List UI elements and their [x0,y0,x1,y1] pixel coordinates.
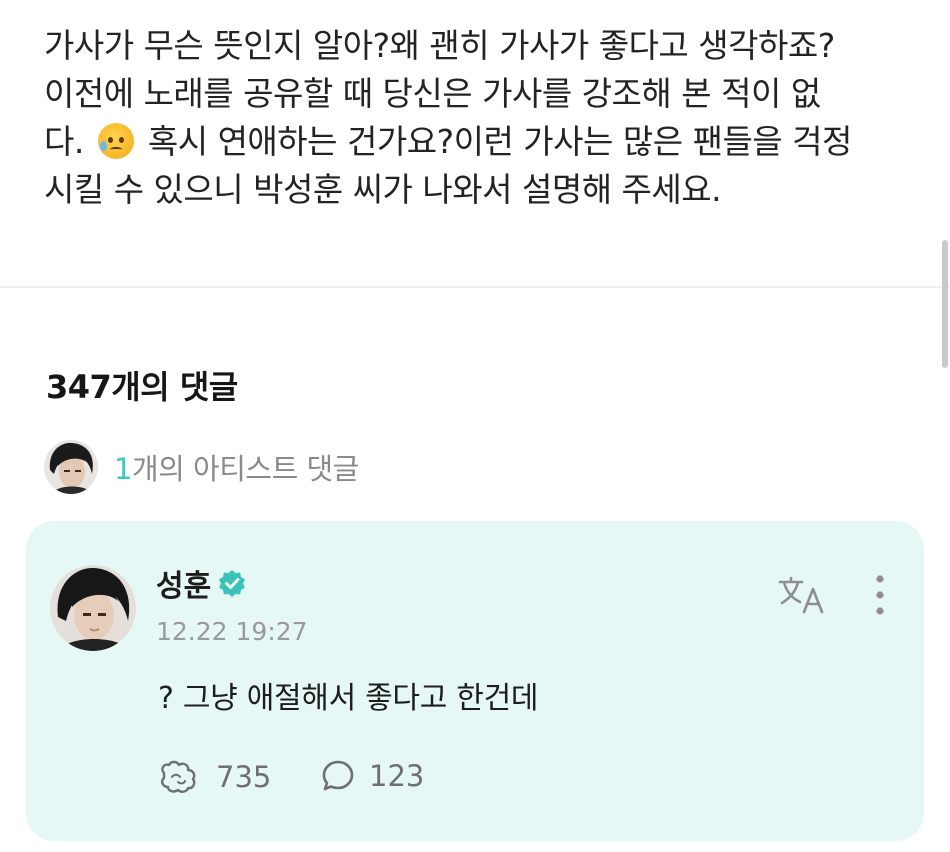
reply-bubble-icon [322,760,354,791]
section-divider [0,286,950,288]
reply-button[interactable]: 123 [321,759,424,793]
sad-sweat-emoji-icon [97,123,134,159]
artist-comments-filter[interactable]: 1개의 아티스트 댓글 [44,440,359,494]
like-count: 735 [216,760,272,794]
more-vertical-icon[interactable] [874,573,886,617]
post-line: 이전에 노래를 공유할 때 당신은 가사를 강조해 본 적이 없 [44,74,821,113]
comment-author[interactable]: 성훈 [156,561,247,605]
translate-icon[interactable] [778,575,826,615]
post-line: 시킬 수 있으니 박성훈 씨가 나와서 설명해 주세요. [44,170,722,209]
comment-timestamp: 12.22 19:27 [156,617,308,646]
artist-comment-text: 개의 아티스트 댓글 [131,452,359,486]
post-line: 가사가 무슨 뜻인지 알아?왜 괜히 가사가 좋다고 생각하죠? [44,26,835,65]
artist-comment-label: 1개의 아티스트 댓글 [114,446,359,488]
avatar[interactable] [50,565,136,651]
artist-comment-card: 성훈 12.22 19:27 ? 그냥 애절해서 좋다고 한건데 735 123 [26,521,924,841]
artist-comment-count: 1 [114,452,132,486]
avatar [44,440,98,494]
scrollbar[interactable] [942,240,948,368]
post-line-start: 다. [44,122,84,161]
post-line-end: 혹시 연애하는 건가요?이런 가사는 많은 팬들을 걱정 [147,122,853,161]
reply-count: 123 [369,759,425,793]
post-line: 다. 혹시 연애하는 건가요?이런 가사는 많은 팬들을 걱정 [44,118,924,166]
post-body: 가사가 무슨 뜻인지 알아?왜 괜히 가사가 좋다고 생각하죠? 이전에 노래를… [44,22,924,214]
comment-text: ? 그냥 애절해서 좋다고 한건데 [158,681,539,716]
like-icon [160,760,196,793]
author-name: 성훈 [156,569,212,604]
verified-badge-icon [219,570,246,597]
comment-count: 347개의 댓글 [46,368,238,406]
like-button[interactable]: 735 [158,759,271,795]
